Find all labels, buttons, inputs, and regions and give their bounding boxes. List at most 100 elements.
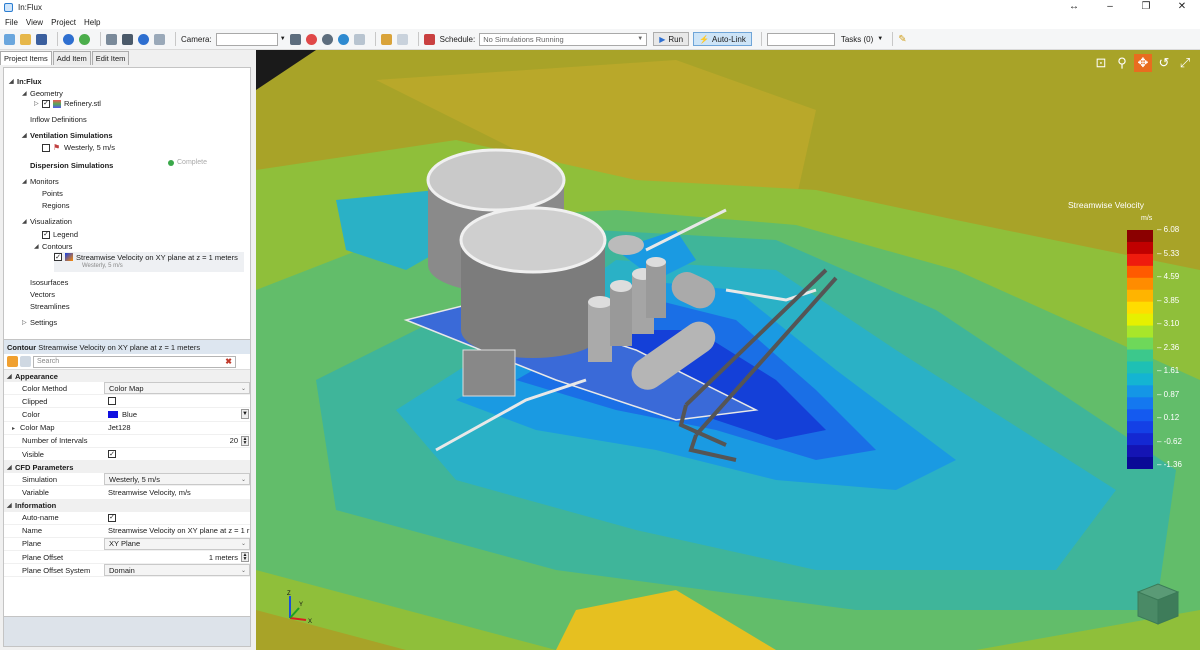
category-appearance[interactable]: ◢ Appearance xyxy=(4,370,250,382)
collapse-arrow-icon[interactable]: ▸ xyxy=(12,425,20,432)
view-cube[interactable] xyxy=(1126,574,1186,634)
color-picker[interactable]: Blue ▼ xyxy=(104,408,250,420)
expand-arrow-icon[interactable]: ◢ xyxy=(22,178,30,185)
menu-project[interactable]: Project xyxy=(51,18,76,27)
tasks-label[interactable]: Tasks (0) xyxy=(841,35,873,44)
tree-contours[interactable]: ◢ Contours xyxy=(34,241,72,252)
tree-monitors[interactable]: ◢ Monitors xyxy=(22,176,59,187)
autoname-checkbox[interactable]: ✓ xyxy=(108,513,116,522)
expand-arrow-icon[interactable]: ◢ xyxy=(34,243,42,250)
tab-add-item[interactable]: Add Item xyxy=(52,51,91,65)
tree-streamlines[interactable]: Streamlines xyxy=(30,301,70,312)
minimize-button[interactable]: – xyxy=(1092,0,1128,15)
menu-help[interactable]: Help xyxy=(84,18,100,27)
categorized-view-icon[interactable] xyxy=(7,356,18,367)
server-icon[interactable] xyxy=(106,33,117,45)
contour-checkbox[interactable]: ✓ xyxy=(54,253,62,261)
tree-regions[interactable]: Regions xyxy=(42,200,70,211)
new-project-icon[interactable] xyxy=(4,33,15,45)
expand-arrow-icon[interactable]: ◢ xyxy=(22,132,30,139)
pencil-icon[interactable]: ✎ xyxy=(898,34,906,45)
menu-file[interactable]: File xyxy=(5,18,18,27)
restore-arrows-icon[interactable]: ↔ xyxy=(1056,0,1092,15)
tree-settings[interactable]: ▷ Settings xyxy=(22,317,57,328)
legend-color-step xyxy=(1127,445,1153,458)
tree-westerly[interactable]: ⚑ Westerly, 5 m/s xyxy=(42,142,115,153)
simulation-select[interactable]: Westerly, 5 m/s ⌄ xyxy=(104,473,250,486)
tree-inflow[interactable]: Inflow Definitions xyxy=(30,114,87,125)
info-icon[interactable] xyxy=(63,33,74,45)
add-item-icon[interactable] xyxy=(79,33,90,45)
legend-checkbox[interactable]: ✓ xyxy=(42,230,50,239)
3d-viewport[interactable]: ⊡ ⚲ ✥ ↺ ⤢ Streamwise Velocity m/s – 6.08… xyxy=(256,50,1200,650)
rotate-icon[interactable]: ↺ xyxy=(1155,54,1173,72)
target-icon[interactable] xyxy=(337,33,349,45)
chevron-down-icon[interactable]: ▼ xyxy=(877,36,883,42)
tree-isosurfaces[interactable]: Isosurfaces xyxy=(30,277,68,288)
property-toolbar: Search ✖ xyxy=(4,354,250,370)
reset-icon[interactable] xyxy=(321,33,333,45)
search-input[interactable]: Search ✖ xyxy=(33,355,236,368)
cloud-icon[interactable] xyxy=(154,33,165,45)
alphabetical-view-icon[interactable] xyxy=(20,356,31,367)
offset-system-select[interactable]: Domain ⌄ xyxy=(104,564,250,577)
refinery-checkbox[interactable]: ✓ xyxy=(42,99,50,108)
maximize-button[interactable]: ❐ xyxy=(1128,0,1164,15)
category-information[interactable]: ◢ Information xyxy=(4,499,250,512)
camera-select[interactable] xyxy=(215,32,278,46)
tree-ventilation[interactable]: ◢ Ventilation Simulations xyxy=(22,130,113,141)
run-button[interactable]: ▶ Run xyxy=(653,32,690,46)
westerly-checkbox[interactable] xyxy=(42,143,50,152)
fullscreen-icon[interactable]: ⤢ xyxy=(1176,54,1194,72)
schedule-select[interactable]: No Simulations Running ▼ xyxy=(479,32,648,46)
save-icon[interactable] xyxy=(36,33,47,45)
expand-arrow-icon[interactable]: ◢ xyxy=(22,90,30,97)
delete-view-icon[interactable] xyxy=(305,33,317,45)
tree-root[interactable]: ◢ In:Flux xyxy=(9,76,42,87)
pan-icon[interactable]: ✥ xyxy=(1134,54,1152,72)
clear-search-icon[interactable]: ✖ xyxy=(225,357,232,366)
menu-view[interactable]: View xyxy=(26,18,43,27)
tree-points[interactable]: Points xyxy=(42,188,63,199)
camera-icon[interactable] xyxy=(289,33,301,45)
expand-arrow-icon[interactable]: ◢ xyxy=(9,78,17,85)
tree-legend[interactable]: ✓ Legend xyxy=(42,229,78,240)
tree-contour-item[interactable]: ✓ Streamwise Velocity on XY plane at z =… xyxy=(54,252,244,272)
tree-dispersion[interactable]: Dispersion Simulations xyxy=(30,160,113,171)
document-icon[interactable] xyxy=(353,33,365,45)
collapse-arrow-icon[interactable]: ▷ xyxy=(34,100,42,107)
prop-color-map: ▸ Color Map Jet128 xyxy=(4,422,250,435)
zoom-fit-icon[interactable]: ⊡ xyxy=(1092,54,1110,72)
tab-edit-item[interactable]: Edit Item xyxy=(91,51,130,65)
sort-icon[interactable] xyxy=(380,33,392,45)
category-cfd[interactable]: ◢ CFD Parameters xyxy=(4,461,250,474)
clipped-checkbox[interactable] xyxy=(108,397,116,406)
cursor-icon[interactable] xyxy=(396,33,408,45)
expand-arrow-icon[interactable]: ◢ xyxy=(22,218,30,225)
visible-checkbox[interactable]: ✓ xyxy=(108,450,116,459)
prop-intervals: Number of Intervals 20 ▲ ▼ xyxy=(4,435,250,448)
plane-select[interactable]: XY Plane ⌄ xyxy=(104,537,250,551)
auto-link-button[interactable]: ⚡ Auto-Link xyxy=(693,32,752,46)
color-method-select[interactable]: Color Map ⌄ xyxy=(104,382,250,395)
tab-project-items[interactable]: Project Items xyxy=(0,51,52,65)
globe-icon[interactable] xyxy=(138,33,149,45)
tree-refinery[interactable]: ▷ ✓ Refinery.stl xyxy=(34,98,101,109)
legend-color-step xyxy=(1127,325,1153,339)
tree-visualization[interactable]: ◢ Visualization xyxy=(22,216,72,227)
prop-autoname: Auto-name ✓ xyxy=(4,512,250,525)
close-button[interactable]: ✕ xyxy=(1164,0,1200,15)
offset-stepper[interactable]: 1 meters ▲ ▼ xyxy=(104,551,250,563)
legend-color-step xyxy=(1127,433,1153,446)
tree-vectors[interactable]: Vectors xyxy=(30,289,55,300)
zoom-icon[interactable]: ⚲ xyxy=(1113,54,1131,72)
collapse-arrow-icon[interactable]: ▷ xyxy=(22,319,30,326)
name-field[interactable]: Streamwise Velocity on XY plane at z = 1… xyxy=(104,525,250,537)
intervals-stepper[interactable]: 20 ▲ ▼ xyxy=(104,435,250,447)
open-folder-icon[interactable] xyxy=(20,33,31,45)
calendar-icon[interactable] xyxy=(423,33,435,45)
prop-name: Name Streamwise Velocity on XY plane at z… xyxy=(4,525,250,538)
monitor-icon[interactable] xyxy=(122,33,133,45)
camera-label: Camera: xyxy=(181,34,212,44)
chevron-down-icon[interactable]: ▼ xyxy=(280,36,286,42)
